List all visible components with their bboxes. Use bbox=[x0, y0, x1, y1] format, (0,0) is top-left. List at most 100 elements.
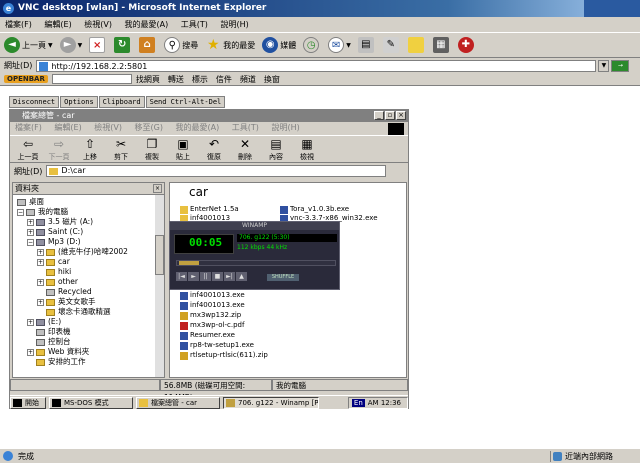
tree-scroll-thumb[interactable] bbox=[155, 235, 164, 275]
refresh-button[interactable]: ↻ bbox=[114, 37, 132, 53]
pause-icon[interactable]: || bbox=[200, 272, 211, 281]
back-button[interactable]: ◄ 上一頁 ▼ bbox=[4, 37, 53, 53]
undo-button[interactable]: ↶ 復原 bbox=[200, 136, 228, 162]
delete-button[interactable]: ✕ 刪除 bbox=[231, 136, 259, 162]
mail-button[interactable]: ✉ ▼ bbox=[328, 37, 351, 53]
winamp-player[interactable]: WINAMP 00:05 706. g122 (5:30) 112 kbps 4… bbox=[169, 221, 340, 290]
discuss-button[interactable] bbox=[407, 37, 426, 53]
previous-icon[interactable]: |◄ bbox=[176, 272, 187, 281]
address-dropdown-button[interactable]: ▼ bbox=[598, 59, 610, 72]
tool-button[interactable]: ✚ bbox=[457, 37, 476, 53]
tree-item-cartoon-songs[interactable]: 壞念卡通歌精選 bbox=[46, 307, 111, 317]
close-pane-button[interactable]: × bbox=[153, 184, 162, 193]
expand-icon[interactable]: + bbox=[37, 298, 44, 306]
file-item[interactable]: rp8-tw-setup1.exe bbox=[180, 341, 254, 350]
send-ctrl-alt-del-button[interactable]: Send Ctrl-Alt-Del bbox=[145, 96, 226, 108]
history-button[interactable]: ◷ bbox=[303, 37, 321, 53]
disconnect-button[interactable]: Disconnect bbox=[9, 96, 60, 108]
menu-help[interactable]: 說明(H) bbox=[215, 17, 253, 32]
menu-edit[interactable]: 編輯(E) bbox=[39, 17, 76, 32]
file-item[interactable]: Resumer.exe bbox=[180, 331, 235, 340]
start-button[interactable]: 開始 bbox=[10, 396, 46, 409]
taskbar-item-msdos[interactable]: MS-DOS 模式 bbox=[49, 396, 133, 409]
expand-icon[interactable]: + bbox=[27, 318, 34, 326]
cut-button[interactable]: ✂ 剪下 bbox=[107, 136, 135, 162]
tree-item-desktop[interactable]: 桌面 bbox=[17, 197, 44, 207]
options-button[interactable]: Options bbox=[60, 96, 98, 108]
home-button[interactable]: ⌂ bbox=[139, 37, 157, 53]
tree-item-floppy[interactable]: +3.5 磁片 (A:) bbox=[27, 217, 93, 227]
winamp-seek-bar[interactable] bbox=[176, 260, 336, 266]
views-button[interactable]: ▦ 檢視 bbox=[293, 136, 321, 162]
tree-item-control-panel[interactable]: 控制台 bbox=[36, 337, 71, 347]
expand-icon[interactable]: + bbox=[37, 278, 44, 286]
clipboard-button[interactable]: Clipboard bbox=[98, 96, 145, 108]
properties-button[interactable]: ▤ 內容 bbox=[262, 136, 290, 162]
menu-tools[interactable]: 工具(T) bbox=[176, 17, 213, 32]
link-forward[interactable]: 轉送 bbox=[168, 74, 184, 85]
link-channel[interactable]: 頻道 bbox=[240, 74, 256, 85]
language-indicator[interactable]: En bbox=[351, 398, 365, 407]
copy-button[interactable]: ❐ 複製 bbox=[138, 136, 166, 162]
tree-item-my-computer[interactable]: − 我的電腦 bbox=[17, 207, 68, 217]
tree-item-printers[interactable]: 印表機 bbox=[36, 327, 71, 337]
explorer-forward-button[interactable]: ⇨ 下一頁 bbox=[45, 136, 73, 162]
expand-icon[interactable]: + bbox=[37, 258, 44, 266]
tree-item-english-singers[interactable]: + 英文女歌手 bbox=[37, 297, 96, 307]
tree-item-drive-c[interactable]: + Saint (C:) bbox=[27, 227, 83, 237]
tree-item-car[interactable]: + car bbox=[37, 257, 70, 267]
tree-item-hiki[interactable]: hiki bbox=[46, 267, 71, 277]
taskbar-item-explorer[interactable]: 檔案總管 - car bbox=[136, 396, 220, 409]
menu-favorites[interactable]: 我的最愛(A) bbox=[120, 17, 174, 32]
file-item[interactable]: rtlsetup-rtlsic(611).zip bbox=[180, 351, 268, 360]
edit-button[interactable]: ✎ bbox=[382, 37, 401, 53]
file-item[interactable]: Tora_v1.0.3b.exe bbox=[280, 205, 349, 214]
media-button[interactable]: ◉ 媒體 bbox=[262, 37, 296, 53]
explorer-menu-tools[interactable]: 工具(T) bbox=[227, 123, 264, 132]
link-switch-window[interactable]: 換窗 bbox=[264, 74, 280, 85]
collapse-icon[interactable]: − bbox=[17, 208, 24, 216]
up-button[interactable]: ⇧ 上移 bbox=[76, 136, 104, 162]
menu-file[interactable]: 檔案(F) bbox=[0, 17, 37, 32]
file-item[interactable]: inf4001013.exe bbox=[180, 301, 245, 310]
favorites-button[interactable]: ★ 我的最愛 bbox=[205, 37, 255, 53]
tree-item-folder[interactable]: + (維克牛仔)哈啤2002 bbox=[37, 247, 128, 257]
tree-item-drive-d[interactable]: − Mp3 (D:) bbox=[27, 237, 81, 247]
explorer-menu-view[interactable]: 檢視(V) bbox=[89, 123, 127, 132]
expand-icon[interactable]: + bbox=[27, 218, 34, 226]
maximize-button[interactable]: ▫ bbox=[385, 111, 395, 120]
tree-item-recycled[interactable]: Recycled bbox=[46, 287, 92, 297]
paste-button[interactable]: ▣ 貼上 bbox=[169, 136, 197, 162]
explorer-path-input[interactable]: D:\car bbox=[46, 165, 387, 177]
explorer-menu-edit[interactable]: 編輯(E) bbox=[49, 123, 86, 132]
tree-item-scheduled-tasks[interactable]: 安排的工作 bbox=[36, 357, 86, 367]
minimize-button[interactable]: _ bbox=[374, 111, 384, 120]
file-item[interactable]: mx3wp132.zip bbox=[180, 311, 241, 320]
explorer-menu-help[interactable]: 說明(H) bbox=[266, 123, 304, 132]
stop-button[interactable]: × bbox=[89, 37, 107, 53]
openbar-search-input[interactable] bbox=[51, 74, 132, 84]
tree-item-web-folders[interactable]: + Web 資料夾 bbox=[27, 347, 89, 357]
winamp-seek-handle[interactable] bbox=[179, 261, 199, 265]
collapse-icon[interactable]: − bbox=[27, 238, 34, 246]
tree-scrollbar[interactable] bbox=[155, 195, 164, 377]
explorer-menu-go[interactable]: 移至(G) bbox=[130, 123, 168, 132]
taskbar-item-winamp[interactable]: 706. g122 - Winamp [Pa... bbox=[223, 396, 319, 409]
eject-icon[interactable]: ▲ bbox=[236, 272, 247, 281]
tree-item-drive-e[interactable]: + (E:) bbox=[27, 317, 61, 327]
explorer-menu-file[interactable]: 檔案(F) bbox=[10, 123, 47, 132]
play-icon[interactable]: ► bbox=[188, 272, 199, 281]
stop-icon[interactable]: ■ bbox=[212, 272, 223, 281]
link-find-page[interactable]: 找網頁 bbox=[136, 74, 160, 85]
explorer-menu-favorites[interactable]: 我的最愛(A) bbox=[171, 123, 225, 132]
search-button[interactable]: ⚲ 搜尋 bbox=[164, 37, 198, 53]
menu-view[interactable]: 檢視(V) bbox=[79, 17, 117, 32]
expand-icon[interactable]: + bbox=[27, 348, 34, 356]
next-icon[interactable]: ►| bbox=[224, 272, 235, 281]
link-mail[interactable]: 信件 bbox=[216, 74, 232, 85]
close-button[interactable]: × bbox=[396, 111, 406, 120]
file-item[interactable]: EnterNet 1.5a bbox=[180, 205, 239, 214]
expand-icon[interactable]: + bbox=[37, 248, 44, 256]
go-button[interactable]: → bbox=[611, 59, 630, 72]
messenger-button[interactable]: ▦ bbox=[432, 37, 451, 53]
